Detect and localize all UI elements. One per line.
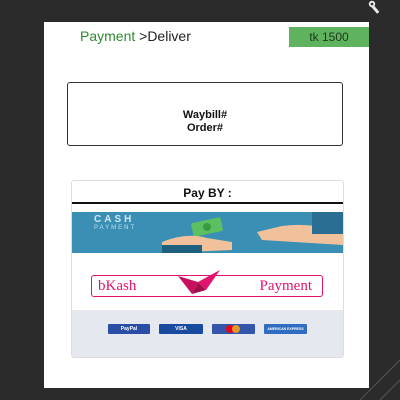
title-payment: Payment	[80, 28, 136, 44]
cash-label: CASH	[94, 214, 135, 225]
amex-logo-icon: AMERICAN EXPRESS	[264, 324, 307, 334]
waybill-info-box: Waybill# Order#	[67, 82, 343, 146]
mastercard-logo-icon	[212, 324, 255, 334]
payment-options-card: Pay BY : CASH PAYMENT bKash Payment PayP…	[71, 180, 344, 358]
mastercard-circles-icon	[226, 325, 240, 333]
bkash-brand-label: bKash	[98, 278, 137, 294]
order-label: Order#	[186, 122, 224, 134]
card-payment-option[interactable]: PayPal VISA AMERICAN EXPRESS	[72, 310, 343, 357]
pay-by-title: Pay BY :	[183, 186, 232, 200]
app-screen: Payment >Deliver tk 1500 Waybill# Order#…	[44, 22, 369, 388]
cash-payment-option[interactable]: CASH PAYMENT	[72, 212, 343, 253]
waybill-label: Waybill#	[182, 109, 228, 121]
bkash-payment-label: Payment	[259, 278, 313, 294]
bkash-bird-logo-icon	[178, 270, 220, 294]
paypal-logo-icon: PayPal	[108, 324, 150, 334]
divider	[72, 202, 343, 204]
amount-badge: tk 1500	[289, 27, 369, 47]
wrench-icon[interactable]	[367, 0, 383, 14]
title-deliver: >Deliver	[135, 28, 191, 44]
cash-sub-label: PAYMENT	[94, 225, 137, 231]
page-title: Payment >Deliver	[80, 28, 191, 44]
bkash-payment-option[interactable]: bKash Payment	[91, 270, 323, 297]
header: Payment >Deliver tk 1500	[44, 22, 369, 50]
visa-logo-icon: VISA	[159, 324, 203, 334]
cash-hands-icon	[162, 212, 343, 253]
